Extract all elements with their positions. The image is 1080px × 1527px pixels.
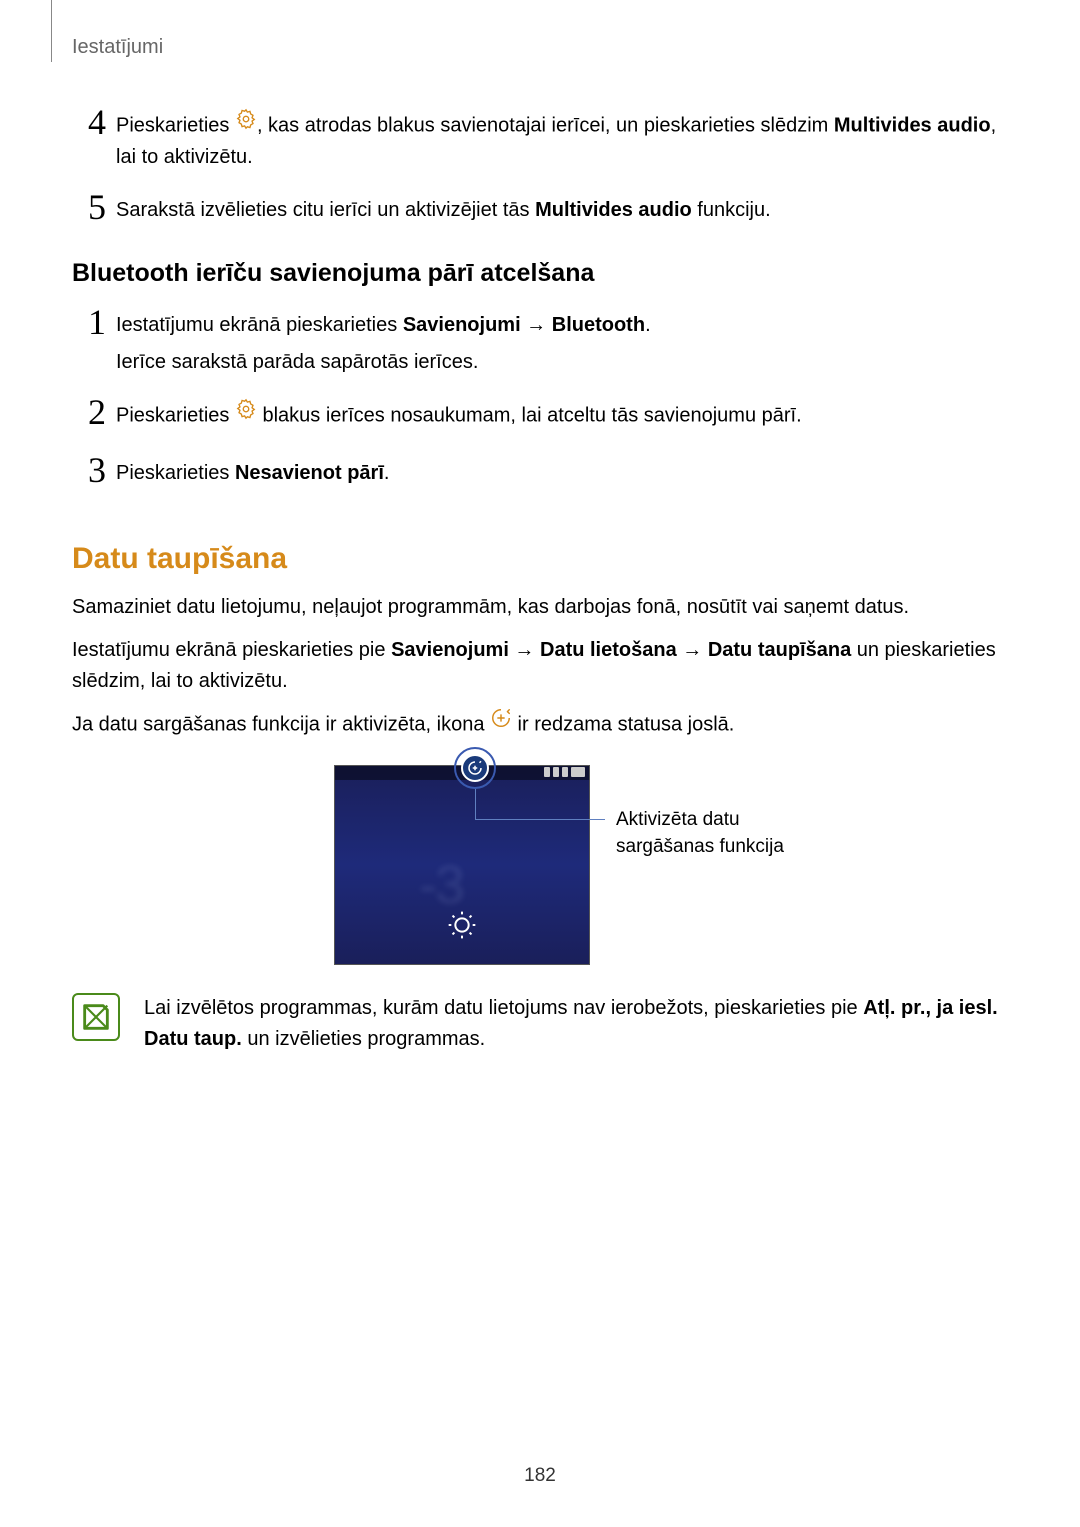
content-area: 4 Pieskarieties , kas atrodas blakus sav… <box>72 110 1008 1055</box>
status-icon <box>544 767 550 777</box>
para3: Ja datu sargāšanas funkcija ir aktivizēt… <box>72 709 1008 741</box>
text-bold: Savienojumi <box>403 314 521 336</box>
header-rule <box>51 0 52 62</box>
text-bold: Multivides audio <box>834 114 991 136</box>
text-bold: Datu lietošana <box>540 639 677 661</box>
page-header: Iestatījumi <box>72 36 163 59</box>
text: Ja datu sargāšanas funkcija ir aktivizēt… <box>72 713 490 735</box>
text: Sarakstā izvēlieties citu ierīci un akti… <box>116 199 535 221</box>
step-body: Pieskarieties blakus ierīces nosaukumam,… <box>116 400 1008 432</box>
status-icon <box>553 767 559 777</box>
step-number: 5 <box>72 189 106 225</box>
step-number: 2 <box>72 394 106 430</box>
callout-line <box>475 789 476 819</box>
note-icon <box>72 993 120 1041</box>
arrow: → <box>521 314 552 336</box>
callout-label: Aktivizēta datu sargāšanas funkcija <box>616 807 836 860</box>
step-body: Pieskarieties , kas atrodas blakus savie… <box>116 110 1008 173</box>
step-body: Iestatījumu ekrānā pieskarieties Savieno… <box>116 310 1008 378</box>
status-icon <box>571 767 585 777</box>
step-body: Sarakstā izvēlieties citu ierīci un akti… <box>116 195 1008 226</box>
gear-icon <box>235 108 257 140</box>
datasaver-icon <box>490 707 512 739</box>
text-bold: Nesavienot pārī <box>235 462 384 484</box>
text: funkciju. <box>692 199 771 221</box>
section-title: Datu taupīšana <box>72 542 1008 576</box>
note-box: Lai izvēlētos programmas, kurām datu lie… <box>72 993 1008 1055</box>
text: Iestatījumu ekrānā pieskarieties <box>116 314 403 336</box>
text-bold: Savienojumi <box>391 639 509 661</box>
para1: Samaziniet datu lietojumu, neļaujot prog… <box>72 592 1008 623</box>
text: Pieskarieties <box>116 462 235 484</box>
text: blakus ierīces nosaukumam, lai atceltu t… <box>257 404 802 426</box>
text-bold: Bluetooth <box>552 314 645 336</box>
text: un izvēlieties programmas. <box>242 1028 485 1050</box>
text: . <box>645 314 651 336</box>
step-5: 5 Sarakstā izvēlieties citu ierīci un ak… <box>72 195 1008 231</box>
sub-heading: Bluetooth ierīču savienojuma pārī atcelš… <box>72 259 1008 288</box>
text: , kas atrodas blakus savienotajai ierīce… <box>257 114 834 136</box>
status-icons <box>544 767 585 777</box>
gear-icon <box>235 398 257 430</box>
text: Iestatījumu ekrānā pieskarieties pie <box>72 639 391 661</box>
figure-area: -3 Aktivizēta datu sargāšanas funkcija <box>334 765 1008 965</box>
sun-icon <box>446 909 478 946</box>
text: . <box>384 462 390 484</box>
text: Pieskarieties <box>116 404 235 426</box>
step-4: 4 Pieskarieties , kas atrodas blakus sav… <box>72 110 1008 173</box>
arrow: → <box>677 639 708 661</box>
step-body: Pieskarieties Nesavienot pārī. <box>116 458 1008 489</box>
arrow: → <box>509 639 540 661</box>
step-number: 3 <box>72 452 106 488</box>
phone-screenshot: -3 <box>334 765 590 965</box>
note-text: Lai izvēlētos programmas, kurām datu lie… <box>144 993 1008 1055</box>
status-icon <box>562 767 568 777</box>
page-number: 182 <box>0 1465 1080 1487</box>
text: Pieskarieties <box>116 114 235 136</box>
text-bold: Datu taupīšana <box>708 639 851 661</box>
step-b3: 3 Pieskarieties Nesavienot pārī. <box>72 458 1008 494</box>
datasaver-badge-icon <box>461 754 489 782</box>
text-bold: Multivides audio <box>535 199 692 221</box>
callout-line <box>475 819 605 820</box>
step-b1: 1 Iestatījumu ekrānā pieskarieties Savie… <box>72 310 1008 378</box>
text: ir redzama statusa joslā. <box>512 713 734 735</box>
step-b2: 2 Pieskarieties blakus ierīces nosaukuma… <box>72 400 1008 436</box>
sub-text: Ierīce sarakstā parāda sapārotās ierīces… <box>116 347 1008 378</box>
step-number: 1 <box>72 304 106 340</box>
para2: Iestatījumu ekrānā pieskarieties pie Sav… <box>72 635 1008 697</box>
step-number: 4 <box>72 104 106 140</box>
text: Lai izvēlētos programmas, kurām datu lie… <box>144 997 863 1019</box>
brightness-value: -3 <box>419 854 463 916</box>
